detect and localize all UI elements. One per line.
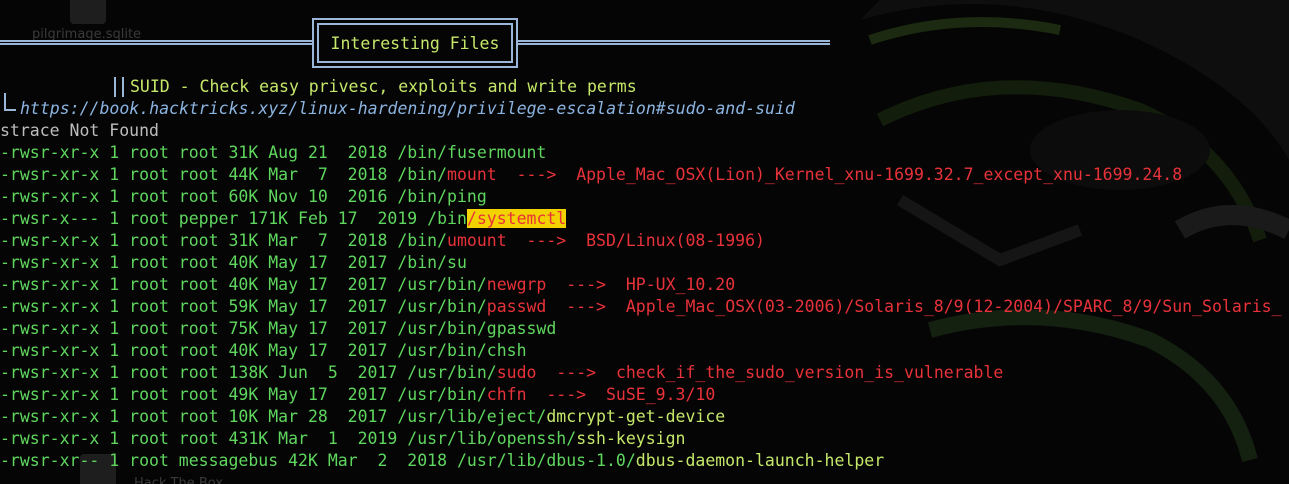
strace-status: strace Not Found [0,121,159,140]
file-name: chsh [486,341,527,360]
file-permissions: -rwsr-xr-x 1 root root 60K Nov 10 2016 [0,187,398,206]
exploit-reference: HP-UX_10.20 [625,275,736,294]
file-name: sudo [496,363,537,382]
file-directory: /usr/lib/dbus-1.0/ [456,451,636,470]
file-permissions: -rwsr-xr-x 1 root root 138K Jun 5 2017 [0,363,408,382]
file-permissions: -rwsr-xr-x 1 root root 75K May 17 2017 [0,319,398,338]
file-permissions: -rwsr-xr-x 1 root root 40K May 17 2017 [0,341,398,360]
file-name: /systemctl [466,209,567,228]
file-name: dmcrypt-get-device [546,407,726,426]
file-name: fusermount [447,143,547,162]
file-directory: /bin/ [397,143,448,162]
desktop-icon-label: Hack The Box [134,476,224,484]
file-permissions: -rwsr-xr-x 1 root root 10K Mar 28 2017 [0,407,398,426]
file-name: passwd [486,297,547,316]
section-heading: SUID - Check easy privesc, exploits and … [130,77,637,96]
suid-file-row: -rwsr-xr-x 1 root root 60K Nov 10 2016 /… [0,186,487,208]
file-permissions: -rwsr-xr-x 1 root root 31K Aug 21 2018 [0,143,398,162]
exploit-reference: Apple_Mac_OSX(03-2006)/Solaris_8/9(12-20… [625,297,1282,316]
section-url[interactable]: https://book.hacktricks.xyz/linux-harden… [20,98,795,120]
file-directory: /bin/ [397,187,448,206]
file-directory: /usr/bin/ [397,385,487,404]
file-permissions: -rwsr-x--- 1 root pepper 171K Feb 17 201… [0,209,428,228]
file-directory: /bin/ [397,231,448,250]
desktop-file-icon [70,0,106,24]
file-permissions: -rwsr-xr-x 1 root root 44K Mar 7 2018 [0,165,398,184]
file-directory: /usr/bin/ [397,275,487,294]
file-directory: /bin/ [397,165,448,184]
file-directory: /bin/ [397,253,448,272]
exploit-arrow: ---> [546,297,626,316]
section-marker [114,77,124,97]
file-directory: /usr/lib/openssh/ [407,429,577,448]
suid-file-row: -rwsr-x--- 1 root pepper 171K Feb 17 201… [0,208,567,230]
file-name: dbus-daemon-launch-helper [635,451,885,470]
file-directory: /bin [427,209,467,228]
suid-file-row: -rwsr-xr-x 1 root root 75K May 17 2017 /… [0,318,556,340]
url-marker [4,93,16,111]
exploit-reference: Apple_Mac_OSX(Lion)_Kernel_xnu-1699.32.7… [576,165,1183,184]
banner-rule-right [517,40,830,45]
suid-file-row: -rwsr-xr-x 1 root root 40K May 17 2017 /… [0,340,527,362]
file-directory: /usr/bin/ [397,297,487,316]
suid-file-row: -rwsr-xr-x 1 root root 49K May 17 2017 /… [0,384,715,406]
file-directory: /usr/lib/eject/ [397,407,547,426]
suid-file-row: -rwsr-xr-x 1 root root 138K Jun 5 2017 /… [0,362,1003,384]
exploit-arrow: ---> [496,165,577,184]
file-name: umount [447,231,507,250]
file-directory: /usr/bin/ [397,319,487,338]
exploit-reference: check_if_the_sudo_version_is_vulnerable [615,363,1004,382]
file-directory: /usr/bin/ [397,341,487,360]
exploit-arrow: ---> [546,275,626,294]
banner-rule-left [0,40,313,45]
exploit-arrow: ---> [536,363,616,382]
suid-file-row: -rwsr-xr-x 1 root root 31K Mar 7 2018 /b… [0,230,765,252]
suid-file-row: -rwsr-xr-x 1 root root 44K Mar 7 2018 /b… [0,164,1182,186]
section-banner: Interesting Files [312,18,518,68]
suid-file-row: -rwsr-xr-- 1 root messagebus 42K Mar 2 2… [0,450,884,472]
file-name: ping [447,187,487,206]
exploit-reference: BSD/Linux(08-1996) [586,231,765,250]
exploit-arrow: ---> [526,385,606,404]
file-permissions: -rwsr-xr-x 1 root root 40K May 17 2017 [0,275,398,294]
file-name: chfn [486,385,527,404]
file-name: su [447,253,467,272]
file-permissions: -rwsr-xr-x 1 root root 40K May 17 2017 [0,253,398,272]
suid-file-row: -rwsr-xr-x 1 root root 59K May 17 2017 /… [0,296,1282,318]
suid-file-row: -rwsr-xr-x 1 root root 10K Mar 28 2017 /… [0,406,725,428]
file-name: mount [447,165,497,184]
suid-file-row: -rwsr-xr-x 1 root root 431K Mar 1 2019 /… [0,428,685,450]
suid-file-row: -rwsr-xr-x 1 root root 31K Aug 21 2018 /… [0,142,546,164]
file-permissions: -rwsr-xr-x 1 root root 59K May 17 2017 [0,297,398,316]
suid-file-row: -rwsr-xr-x 1 root root 40K May 17 2017 /… [0,252,467,274]
file-permissions: -rwsr-xr-x 1 root root 431K Mar 1 2019 [0,429,408,448]
file-name: gpasswd [486,319,557,338]
terminal-window[interactable]: pilgrimage.sqlite Hack The Box Interesti… [0,0,1289,484]
file-directory: /usr/bin/ [407,363,497,382]
file-name: ssh-keysign [576,429,686,448]
file-permissions: -rwsr-xr-- 1 root messagebus 42K Mar 2 2… [0,451,457,470]
suid-file-row: -rwsr-xr-x 1 root root 40K May 17 2017 /… [0,274,735,296]
exploit-arrow: ---> [506,231,587,250]
banner-title: Interesting Files [330,33,500,53]
exploit-reference: SuSE_9.3/10 [606,385,716,404]
file-permissions: -rwsr-xr-x 1 root root 49K May 17 2017 [0,385,398,404]
file-permissions: -rwsr-xr-x 1 root root 31K Mar 7 2018 [0,231,398,250]
file-name: newgrp [486,275,547,294]
